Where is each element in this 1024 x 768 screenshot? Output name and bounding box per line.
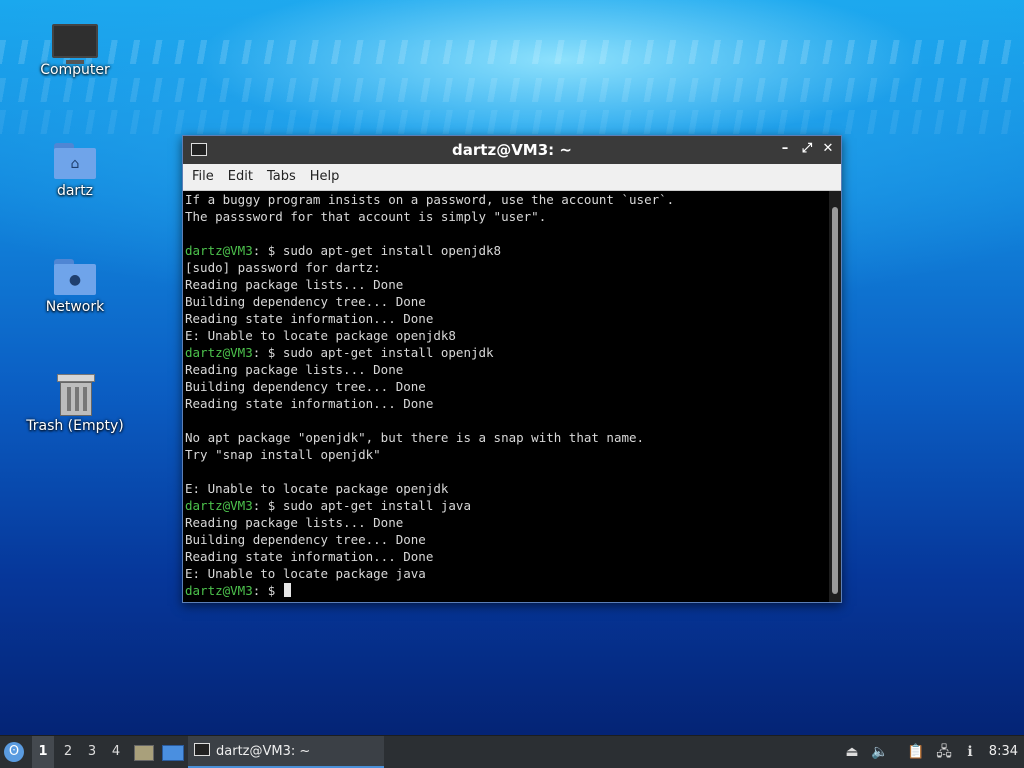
terminal-line-text: E: Unable to locate package openjdk [185,481,449,496]
terminal-line: E: Unable to locate package java [183,565,829,582]
terminal-line: Reading package lists... Done [183,361,829,378]
clock[interactable]: 8:34 [989,736,1018,768]
terminal-line-text: Building dependency tree... Done [185,379,426,394]
desktop-icon-trash[interactable]: Trash (Empty) [15,374,135,434]
desktop-icon-network[interactable]: ● Network [15,259,135,315]
clipboard-icon[interactable]: 📋 [906,736,926,768]
terminal-line: dartz@VM3: $ sudo apt-get install openjd… [183,242,829,259]
terminal-line-text: E: Unable to locate package java [185,566,426,581]
terminal-line-text: No apt package "openjdk", but there is a… [185,430,645,445]
shell-prompt: dartz@VM3 [185,498,253,513]
network-folder-icon: ● [54,259,96,295]
terminal-line: dartz@VM3: $ sudo apt-get install java [183,497,829,514]
start-menu-button[interactable]: ʘ [4,736,28,768]
eject-icon[interactable]: ⏏ [842,736,862,768]
desktop-icon-home[interactable]: ⌂ dartz [15,143,135,199]
terminal-line-text: : $ sudo apt-get install openjdk [252,345,494,360]
window-titlebar[interactable]: dartz@VM3: ~ – ⤢ ✕ [183,136,841,164]
terminal-line-text: Building dependency tree... Done [185,532,426,547]
desktop-icon-label: Network [45,299,105,315]
start-menu-icon: ʘ [4,742,24,762]
terminal-window[interactable]: dartz@VM3: ~ – ⤢ ✕ File Edit Tabs Help If a… [182,135,842,603]
terminal-line-text: Building dependency tree... Done [185,294,426,309]
workspace-1[interactable]: 1 [32,736,54,768]
shell-prompt: dartz@VM3 [185,583,253,598]
terminal-line-text: Reading state information... Done [185,396,434,411]
maximize-button[interactable]: ⤢ [799,140,815,158]
terminal-line-text: Reading package lists... Done [185,515,404,530]
terminal-line: Reading state information... Done [183,395,829,412]
terminal-line-text: : $ sudo apt-get install openjdk8 [252,243,502,258]
desktop-icon-label: Trash (Empty) [26,418,124,434]
trash-icon [57,374,95,416]
terminal-icon [194,743,210,756]
file-manager-launcher[interactable] [134,736,156,768]
terminal-line: Reading package lists... Done [183,276,829,293]
desktop-icon-label: Computer [40,62,110,78]
terminal-line: Reading state information... Done [183,310,829,327]
show-desktop-icon [162,745,184,761]
desktop-icon-computer[interactable]: Computer [15,24,135,78]
menu-bar: File Edit Tabs Help [183,164,841,191]
terminal-line: E: Unable to locate package openjdk [183,480,829,497]
terminal-line: Reading package lists... Done [183,514,829,531]
window-title: dartz@VM3: ~ [452,141,572,159]
text-cursor [283,583,291,597]
menu-tabs[interactable]: Tabs [260,164,303,184]
terminal-line-text: Reading state information... Done [185,311,434,326]
menu-file[interactable]: File [183,164,221,184]
terminal-line: dartz@VM3: $ [183,582,829,599]
scrollbar-thumb[interactable] [832,207,838,594]
terminal-line: dartz@VM3: $ sudo apt-get install openjd… [183,344,829,361]
minimize-button[interactable]: – [777,140,793,158]
terminal-line-text: The passsword for that account is simply… [185,209,547,224]
terminal-line-text: [sudo] password for dartz: [185,260,381,275]
update-notifier-icon[interactable]: ℹ [960,736,980,768]
terminal-line-text: Reading state information... Done [185,549,434,564]
shell-prompt: dartz@VM3 [185,243,253,258]
workspace-3[interactable]: 3 [81,736,103,768]
terminal-line-text: If a buggy program insists on a password… [185,192,675,207]
terminal-output[interactable]: If a buggy program insists on a password… [183,191,829,602]
terminal-line-text: E: Unable to locate package openjdk8 [185,328,456,343]
terminal-line: If a buggy program insists on a password… [183,191,829,208]
terminal-line: Building dependency tree... Done [183,293,829,310]
home-folder-icon: ⌂ [54,143,96,179]
terminal-line: Reading state information... Done [183,548,829,565]
terminal-line-text: Reading package lists... Done [185,362,404,377]
terminal-line: The passsword for that account is simply… [183,208,829,225]
terminal-line: [sudo] password for dartz: [183,259,829,276]
terminal-line: No apt package "openjdk", but there is a… [183,429,829,446]
workspace-4[interactable]: 4 [105,736,127,768]
terminal-line: Try "snap install openjdk" [183,446,829,463]
file-manager-icon [134,745,154,761]
terminal-line-text: : $ sudo apt-get install java [252,498,471,513]
network-icon[interactable]: 🖧 [934,736,954,768]
terminal-scrollbar[interactable] [829,191,841,602]
taskbar-task-terminal[interactable]: dartz@VM3: ~ [188,736,384,768]
terminal-line-text: Try "snap install openjdk" [185,447,381,462]
close-button[interactable]: ✕ [820,140,836,158]
terminal-line: Building dependency tree... Done [183,378,829,395]
terminal-line: E: Unable to locate package openjdk8 [183,327,829,344]
shell-prompt: dartz@VM3 [185,345,253,360]
workspace-2[interactable]: 2 [57,736,79,768]
volume-icon[interactable]: 🔈 [870,736,890,768]
desktop-icon-label: dartz [56,183,94,199]
computer-icon [52,24,98,64]
menu-help[interactable]: Help [303,164,347,184]
task-label: dartz@VM3: ~ [216,744,311,759]
terminal-line-text: : $ [252,583,283,598]
terminal-line-text: Reading package lists... Done [185,277,404,292]
taskbar: ʘ 1 2 3 4 dartz@VM3: ~ ⏏ 🔈 📋 🖧 ℹ 8:34 [0,735,1024,768]
menu-edit[interactable]: Edit [221,164,260,184]
show-desktop-button[interactable] [162,736,184,768]
terminal-line: Building dependency tree... Done [183,531,829,548]
